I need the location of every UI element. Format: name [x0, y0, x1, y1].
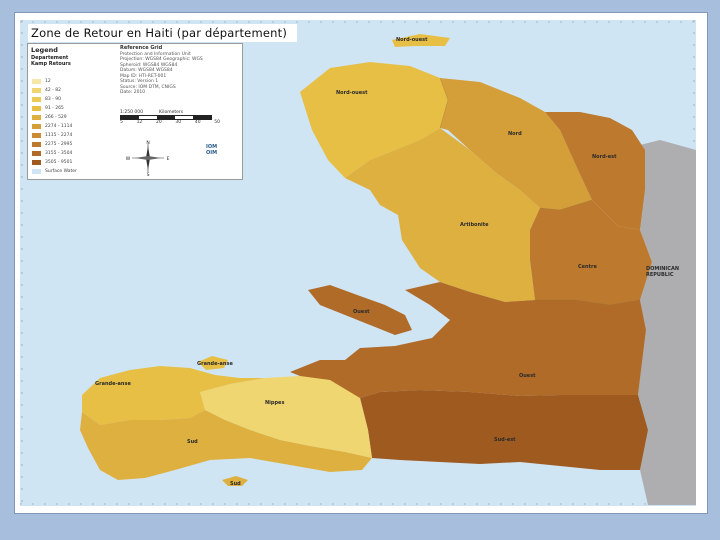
scale-ticks: 5 12 20 30 40 50: [120, 120, 220, 125]
legend-class-label: 3155 - 3504: [45, 151, 73, 156]
scale-tick: 30: [175, 120, 182, 125]
legend-class-label: 3505 - 9501: [45, 160, 73, 165]
compass-e: E: [167, 156, 170, 162]
reference-line: Date: 2010: [120, 90, 146, 95]
legend-swatch: [32, 169, 41, 174]
legend-swatch: [32, 124, 41, 129]
label-nord-ouest-island: Nord-ouest: [396, 37, 428, 43]
scale-tick: 12: [136, 120, 143, 125]
map-title: Zone de Retour en Haiti (par département…: [28, 24, 297, 42]
scale-ratio: 1:250 000: [120, 110, 143, 115]
legend-swatch: [32, 79, 41, 84]
label-nord: Nord: [508, 131, 522, 137]
legend-swatch: [32, 106, 41, 111]
legend-class-row: 91 - 265: [32, 104, 77, 113]
legend-swatch: [32, 97, 41, 102]
legend-class-row: 2274 - 1114: [32, 122, 77, 131]
label-gonave: Ouest: [353, 309, 370, 315]
label-grande-anse-island: Grande-anse: [197, 361, 233, 367]
label-dominican-republic: DOMINICAN REPUBLIC: [646, 266, 680, 278]
legend-swatch: [32, 88, 41, 93]
scale-unit: Kilometers: [159, 110, 184, 115]
legend-class-row: 3155 - 3504: [32, 149, 77, 158]
scale-tick: 20: [155, 120, 162, 125]
legend-class-label: 2274 - 1114: [45, 124, 73, 129]
legend-class-label: 1115 - 2274: [45, 133, 73, 138]
legend-swatch: [32, 142, 41, 147]
label-grande-anse: Grande-anse: [95, 381, 131, 387]
legend-class-label: 12: [45, 79, 51, 84]
region-sud-est: [360, 390, 648, 470]
label-artibonite: Artibonite: [460, 222, 489, 228]
legend-panel: Legend Departement Kamp Retours 12 42 - …: [27, 43, 243, 180]
legend-class-label: 83 - 90: [45, 97, 61, 102]
compass-n: N: [146, 140, 149, 146]
label-nippes: Nippes: [265, 400, 285, 406]
legend-swatch: [32, 160, 41, 165]
legend-class-row: 42 - 82: [32, 86, 77, 95]
scale-tick: 40: [194, 120, 201, 125]
legend-class-label: 266 - 529: [45, 115, 67, 120]
compass-w: W: [126, 156, 131, 162]
compass-rose-icon: N S E W: [126, 140, 170, 176]
legend-swatch: [32, 115, 41, 120]
legend-class-label: 91 - 265: [45, 106, 64, 111]
legend-class-row: Surface Water: [32, 167, 77, 176]
label-sud-est: Sud-est: [494, 437, 516, 443]
legend-class-label: Surface Water: [45, 169, 77, 174]
iom-logo: IOM OIM: [206, 144, 217, 156]
legend-class-list: 12 42 - 82 83 - 90 91 - 265 266 - 529 22…: [32, 77, 77, 176]
label-ouest: Ouest: [519, 373, 536, 379]
legend-class-row: 3505 - 9501: [32, 158, 77, 167]
legend-heading: Legend: [31, 46, 58, 54]
legend-class-label: 2275 - 2995: [45, 142, 73, 147]
label-nord-ouest: Nord-ouest: [336, 90, 368, 96]
label-sud: Sud: [187, 439, 198, 445]
scale-tick: 50: [214, 120, 220, 125]
label-sud-island: Sud: [230, 481, 241, 487]
label-nord-est: Nord-est: [592, 154, 617, 160]
label-centre: Centre: [578, 264, 597, 270]
reference-block: Reference Grid Protection and Informatio…: [120, 45, 238, 96]
legend-class-row: 2275 - 2995: [32, 140, 77, 149]
logo-text: OIM: [206, 150, 218, 156]
legend-class-row: 266 - 529: [32, 113, 77, 122]
compass-s: S: [147, 172, 150, 176]
scale-bar: 1:250 000 Kilometers 5 12 20 30 40 50: [120, 110, 220, 125]
legend-class-row: 12: [32, 77, 77, 86]
legend-swatch: [32, 151, 41, 156]
legend-subheading: Departement Kamp Retours: [31, 55, 71, 67]
legend-class-row: 83 - 90: [32, 95, 77, 104]
legend-class-label: 42 - 82: [45, 88, 61, 93]
scale-tick: 5: [120, 120, 123, 125]
legend-class-row: 1115 - 2274: [32, 131, 77, 140]
legend-swatch: [32, 133, 41, 138]
